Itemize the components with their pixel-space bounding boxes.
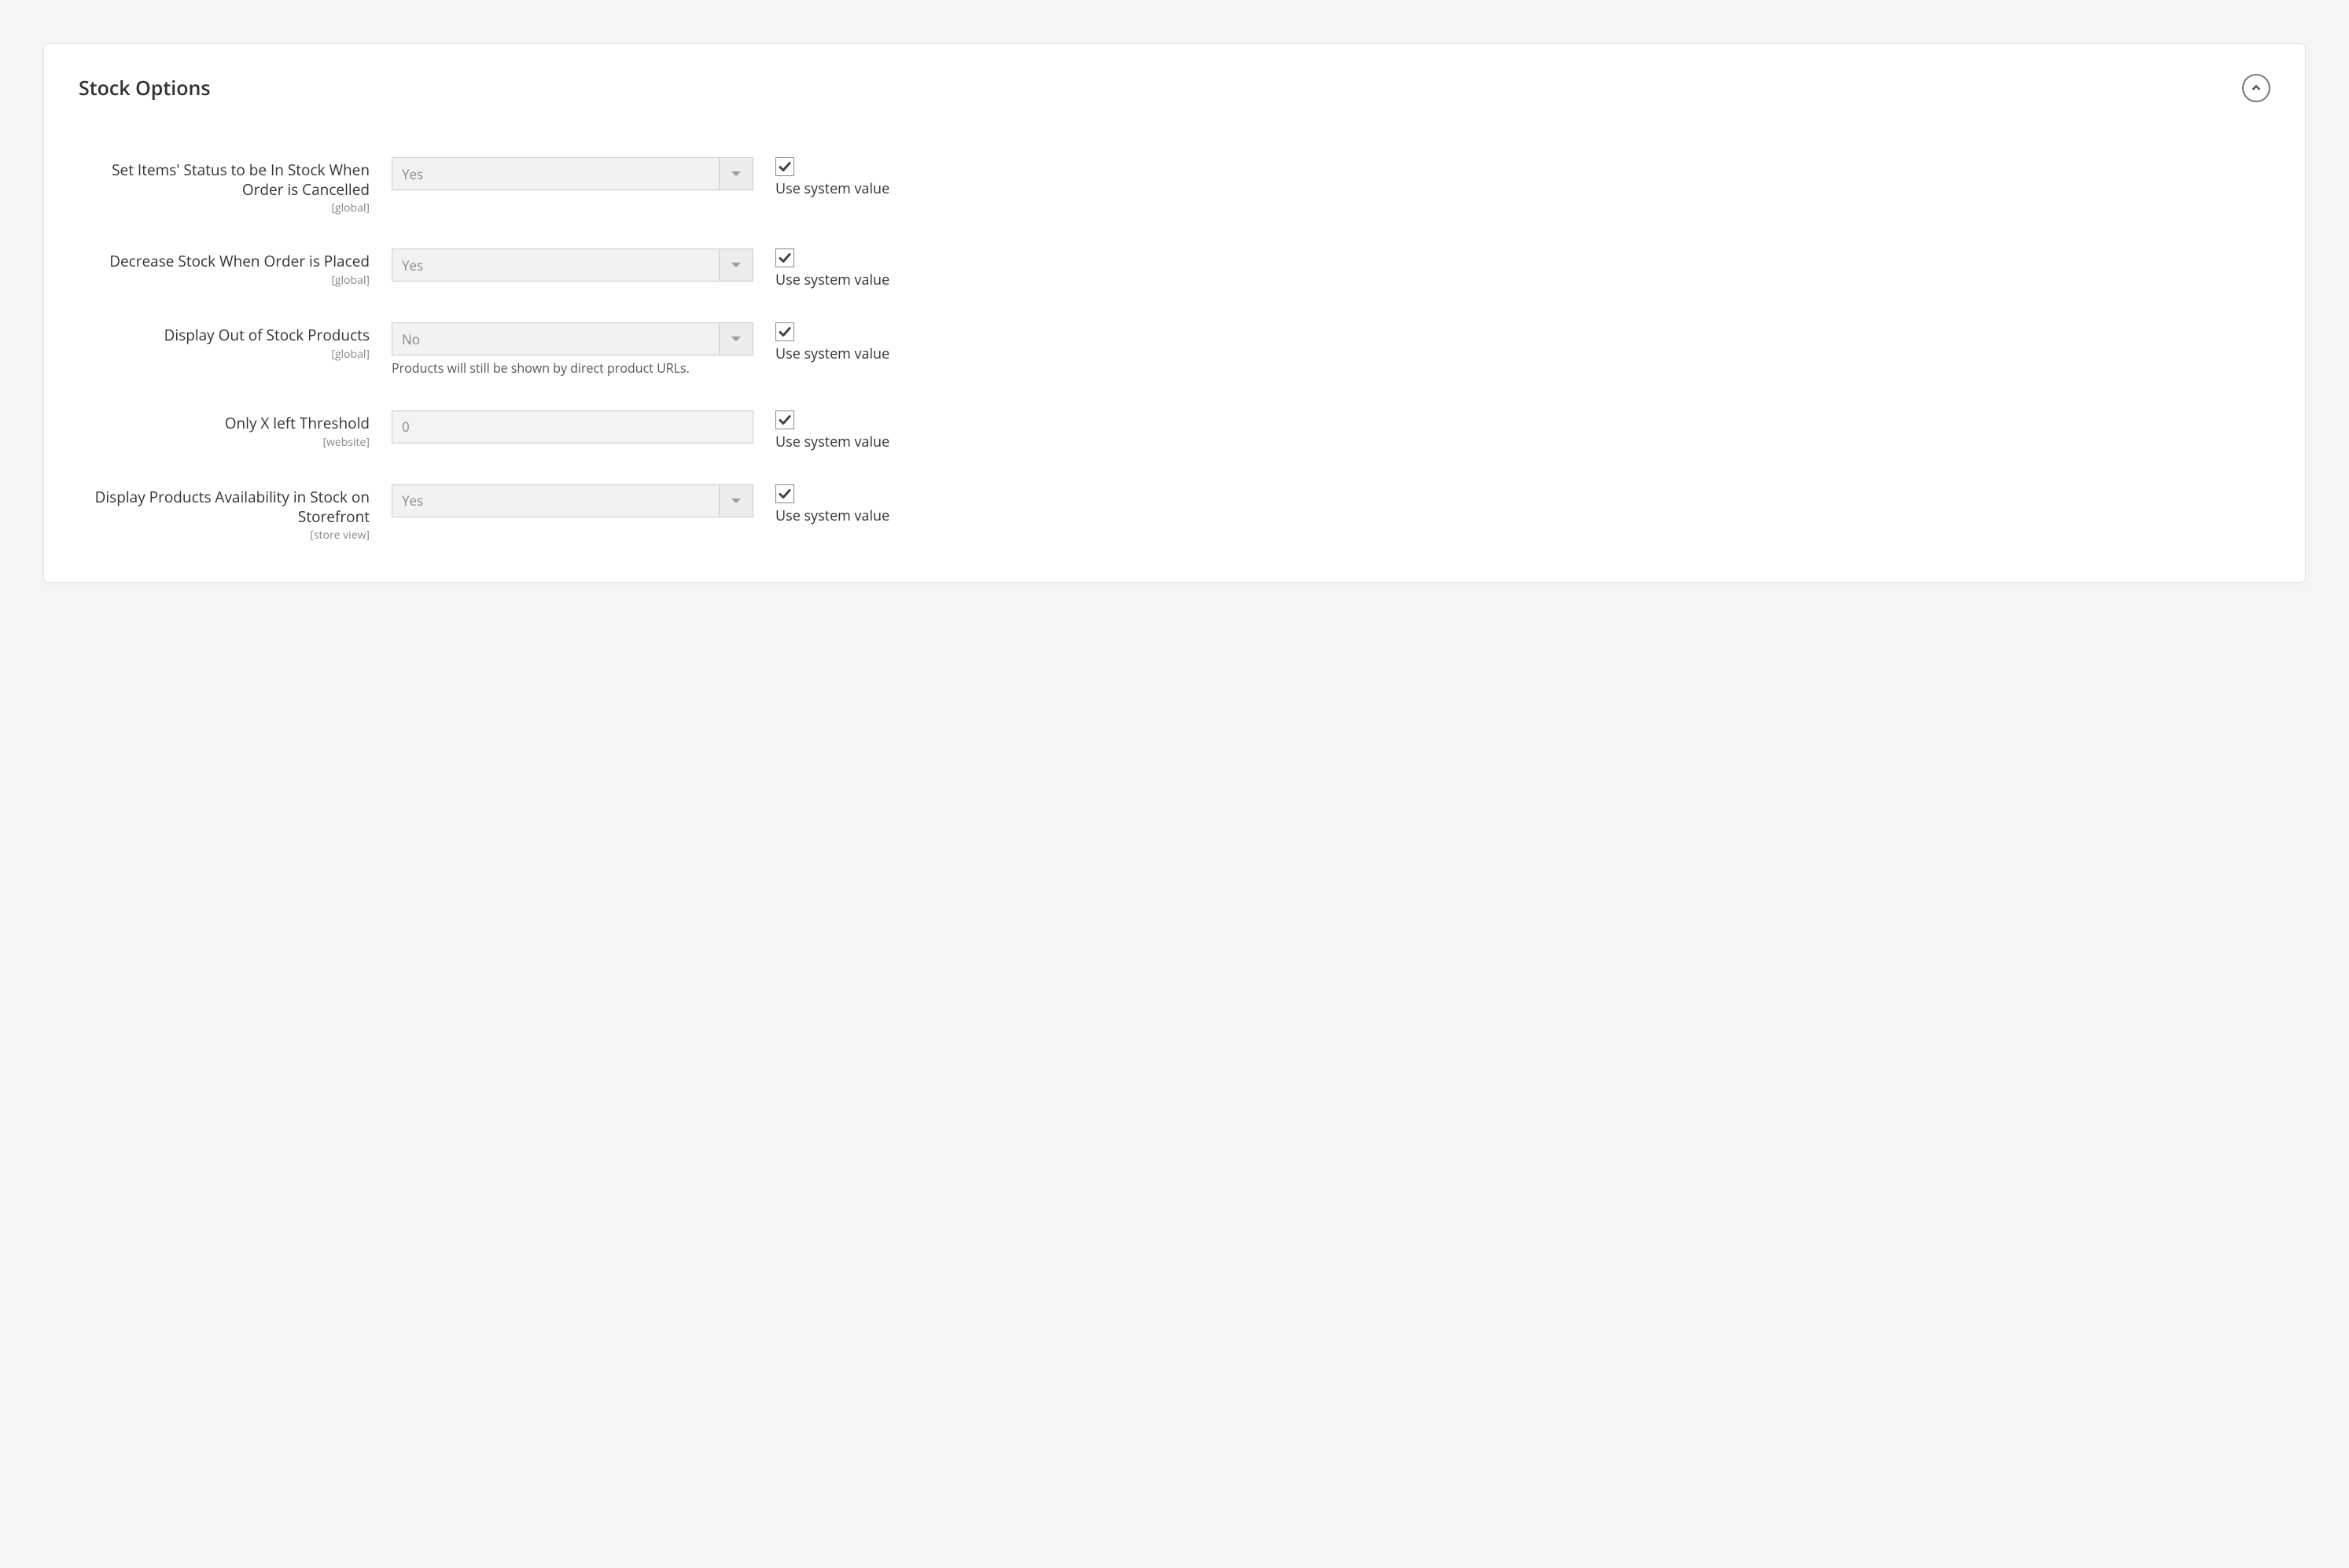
display-out-of-stock-use-system-checkbox[interactable] <box>775 322 794 341</box>
use-system-col: Use system value <box>775 322 2270 363</box>
use-system-label: Use system value <box>775 506 889 525</box>
config-row-decrease-stock-placed: Decrease Stock When Order is Placed [glob… <box>79 248 2270 289</box>
config-row-only-x-left: Only X left Threshold [website] 0 Use syste… <box>79 410 2270 451</box>
control-col: 0 <box>392 410 753 444</box>
collapse-toggle[interactable] <box>2242 74 2270 102</box>
select-value: Yes <box>392 158 719 190</box>
decrease-stock-placed-use-system-checkbox[interactable] <box>775 248 794 267</box>
control-col: Yes <box>392 248 753 282</box>
select-value: No <box>392 323 719 355</box>
config-row-display-out-of-stock: Display Out of Stock Products [global] No P… <box>79 322 2270 377</box>
use-system-col: Use system value <box>775 157 2270 198</box>
caret-down-icon <box>719 485 753 517</box>
check-icon <box>779 160 791 173</box>
field-scope: [website] <box>79 435 370 450</box>
select-value: Yes <box>392 485 719 517</box>
field-label: Display Out of Stock Products <box>79 326 370 345</box>
caret-down-icon <box>719 323 753 355</box>
label-col: Set Items' Status to be In Stock When Or… <box>79 157 370 215</box>
use-system-col: Use system value <box>775 484 2270 525</box>
label-col: Decrease Stock When Order is Placed [glob… <box>79 248 370 288</box>
label-col: Only X left Threshold [website] <box>79 410 370 450</box>
caret-down-icon <box>719 249 753 281</box>
field-label: Only X left Threshold <box>79 414 370 433</box>
field-scope: [global] <box>79 201 370 215</box>
stock-options-panel: Stock Options Set Items' Status to be In… <box>43 43 2306 583</box>
chevron-up-icon <box>2251 83 2261 93</box>
label-col: Display Products Availability in Stock o… <box>79 484 370 543</box>
only-x-left-use-system-checkbox[interactable] <box>775 410 794 429</box>
label-col: Display Out of Stock Products [global] <box>79 322 370 362</box>
control-col: Yes <box>392 484 753 517</box>
use-system-label: Use system value <box>775 432 889 451</box>
config-row-set-in-stock-cancel: Set Items' Status to be In Stock When Or… <box>79 157 2270 215</box>
control-col: Yes <box>392 157 753 190</box>
panel-title: Stock Options <box>79 75 211 101</box>
caret-down-icon <box>719 158 753 190</box>
display-out-of-stock-select[interactable]: No <box>392 322 753 355</box>
use-system-col: Use system value <box>775 248 2270 289</box>
set-in-stock-cancel-select[interactable]: Yes <box>392 157 753 190</box>
only-x-left-input[interactable]: 0 <box>392 410 753 444</box>
field-hint: Products will still be shown by direct p… <box>392 360 753 377</box>
check-icon <box>779 488 791 500</box>
display-availability-select[interactable]: Yes <box>392 484 753 517</box>
config-row-display-availability: Display Products Availability in Stock o… <box>79 484 2270 543</box>
decrease-stock-placed-select[interactable]: Yes <box>392 248 753 282</box>
check-icon <box>779 326 791 338</box>
set-in-stock-cancel-use-system-checkbox[interactable] <box>775 157 794 176</box>
use-system-label: Use system value <box>775 179 889 198</box>
use-system-label: Use system value <box>775 344 889 363</box>
control-col: No Products will still be shown by direct… <box>392 322 753 377</box>
select-value: Yes <box>392 249 719 281</box>
check-icon <box>779 252 791 264</box>
display-availability-use-system-checkbox[interactable] <box>775 484 794 503</box>
use-system-col: Use system value <box>775 410 2270 451</box>
field-label: Decrease Stock When Order is Placed <box>79 252 370 271</box>
field-scope: [store view] <box>79 528 370 543</box>
use-system-label: Use system value <box>775 271 889 289</box>
field-scope: [global] <box>79 347 370 362</box>
check-icon <box>779 414 791 426</box>
field-label: Set Items' Status to be In Stock When Or… <box>79 160 370 199</box>
field-label: Display Products Availability in Stock o… <box>79 488 370 526</box>
field-scope: [global] <box>79 273 370 288</box>
